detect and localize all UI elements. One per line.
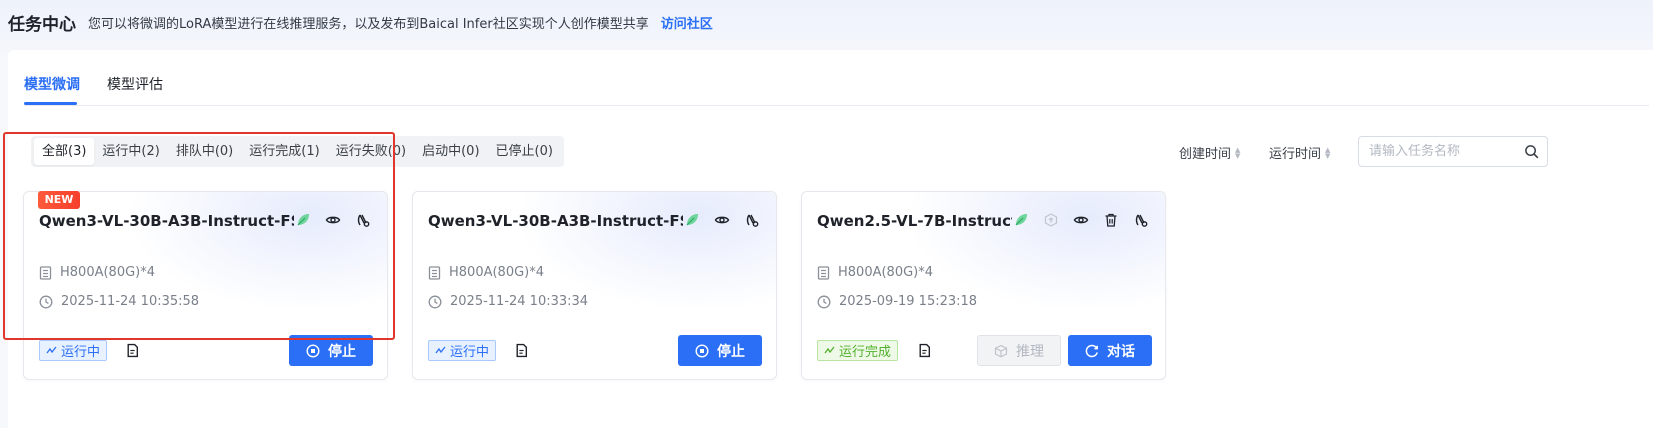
cube-icon: [994, 344, 1008, 357]
activity-icon: [824, 346, 835, 354]
log-file-icon[interactable]: [514, 343, 529, 358]
server-icon: [817, 265, 830, 280]
active-tab-indicator: [24, 102, 77, 105]
gpu-spec: H800A(80G)*4: [838, 265, 934, 280]
gpu-spec: H800A(80G)*4: [449, 265, 545, 280]
gpu-info: H800A(80G)*4: [817, 265, 933, 280]
page-description: 您可以将微调的LoRA模型进行在线推理服务，以及发布到Baical Infer社…: [88, 16, 649, 32]
stop-button[interactable]: 停止: [678, 335, 762, 366]
status-badge: 运行完成: [817, 340, 899, 361]
sort-by-created-time[interactable]: 创建时间 ▲ ▼: [1179, 143, 1240, 162]
search-icon[interactable]: [1524, 144, 1539, 159]
chat-refresh-icon: [1085, 344, 1098, 357]
task-search-box: [1358, 136, 1548, 167]
selected-card-highlight: [3, 132, 395, 340]
tab-model-finetune[interactable]: 模型微调: [24, 74, 80, 94]
inference-button[interactable]: 推理: [977, 335, 1061, 366]
log-file-icon[interactable]: [917, 343, 932, 358]
activity-icon: [46, 346, 57, 354]
sort-by-run-time[interactable]: 运行时间 ▲ ▼: [1269, 143, 1330, 162]
server-icon: [428, 265, 441, 280]
task-title: Qwen2.5-VL-7B-Instruct-...: [817, 212, 1012, 230]
created-time-row: 2025-11-24 10:33:34: [428, 294, 588, 309]
publish-icon[interactable]: [1042, 211, 1060, 229]
stop-icon: [306, 343, 320, 358]
filter-starting[interactable]: 启动中(0): [414, 138, 487, 165]
card-actions: [1012, 211, 1150, 229]
trash-icon[interactable]: [1102, 211, 1120, 229]
model-link-icon[interactable]: [1132, 211, 1150, 229]
stop-icon: [695, 343, 709, 358]
created-time: 2025-09-19 15:23:18: [839, 294, 978, 309]
tab-bar: 模型微调 模型评估: [24, 50, 1649, 106]
visit-community-link[interactable]: 访问社区: [661, 13, 713, 32]
chat-button[interactable]: 对话: [1068, 335, 1152, 366]
sort-arrows-icon: ▲ ▼: [1325, 145, 1331, 160]
new-badge: NEW: [38, 191, 80, 209]
page-header: 任务中心 您可以将微调的LoRA模型进行在线推理服务，以及发布到Baical I…: [0, 0, 1653, 44]
card-actions: [683, 211, 761, 229]
sort-arrows-icon: ▲ ▼: [1235, 145, 1241, 160]
leaf-icon: [1012, 211, 1030, 229]
view-eye-icon[interactable]: [1072, 211, 1090, 229]
task-search-input[interactable]: [1369, 137, 1519, 166]
clock-icon: [428, 295, 442, 308]
gpu-info: H800A(80G)*4: [428, 265, 544, 280]
clock-icon: [817, 295, 831, 308]
model-link-icon[interactable]: [743, 211, 761, 229]
log-file-icon[interactable]: [125, 343, 140, 358]
task-title: Qwen3-VL-30B-A3B-Instruct-FS20...: [428, 212, 683, 230]
leaf-icon: [683, 211, 701, 229]
status-badge: 运行中: [39, 340, 108, 361]
view-eye-icon[interactable]: [713, 211, 731, 229]
status-badge: 运行中: [428, 340, 497, 361]
created-time: 2025-11-24 10:33:34: [450, 294, 589, 309]
sort-created-label: 创建时间: [1179, 147, 1232, 162]
task-card[interactable]: Qwen2.5-VL-7B-Instruct-... H800A(80G)*4: [801, 191, 1166, 380]
page-title: 任务中心: [8, 14, 76, 35]
tab-model-eval[interactable]: 模型评估: [107, 74, 163, 94]
filter-stopped[interactable]: 已停止(0): [488, 138, 561, 165]
sort-runtime-label: 运行时间: [1269, 147, 1322, 162]
activity-icon: [435, 346, 446, 354]
task-card[interactable]: Qwen3-VL-30B-A3B-Instruct-FS20... H800A(…: [412, 191, 777, 380]
created-time-row: 2025-09-19 15:23:18: [817, 294, 977, 309]
